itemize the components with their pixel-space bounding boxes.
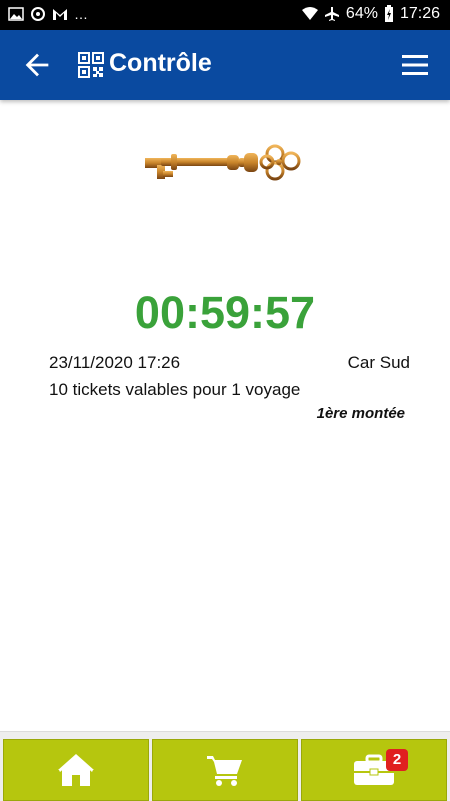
more-notifications: … [74,6,88,22]
shopping-cart-icon [207,756,242,786]
wallet-button[interactable] [301,739,447,801]
battery-charging-icon [384,5,393,22]
notification-icons: … [8,6,88,22]
cart-button[interactable] [152,739,298,801]
wifi-icon [301,7,318,20]
ticket-company: Car Sud [347,353,410,372]
home-icon [58,754,94,786]
app-bar: Contrôle [0,30,450,100]
ticket-description: 10 tickets valables pour 1 voyage [49,380,301,399]
home-button[interactable] [3,739,149,801]
hamburger-menu-icon[interactable] [400,52,430,78]
sync-icon [31,7,45,21]
boarding-status: 1ère montée [316,405,405,422]
status-bar: … 64% 17:26 [0,0,450,30]
back-arrow-icon[interactable] [20,48,54,82]
system-icons: 64% 17:26 [301,5,440,23]
clock: 17:26 [399,5,440,22]
ticket-count-badge: 2 [386,749,408,771]
key-icon [145,144,301,181]
ticket-date: 23/11/2020 17:26 [49,353,181,372]
bottom-navigation [0,731,450,801]
battery-percentage: 64% [345,5,378,22]
ticket-timer: 00:59:57 [134,287,316,338]
gmail-icon [53,9,67,20]
page-title: Contrôle [109,49,212,77]
airplane-mode-icon [324,7,339,21]
qr-code-icon [78,52,104,78]
image-icon [8,7,24,21]
